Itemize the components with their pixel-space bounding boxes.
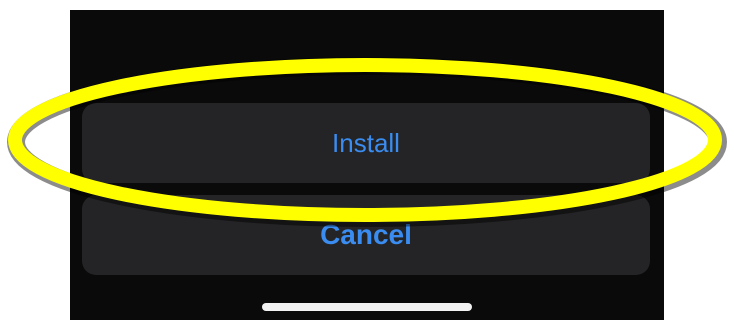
screenshot-canvas: Install Cancel [0, 0, 734, 320]
cancel-button-label: Cancel [320, 219, 412, 250]
install-button-label: Install [332, 127, 400, 158]
cancel-button[interactable]: Cancel [82, 195, 650, 275]
install-button[interactable]: Install [82, 103, 650, 183]
home-indicator [262, 303, 472, 311]
